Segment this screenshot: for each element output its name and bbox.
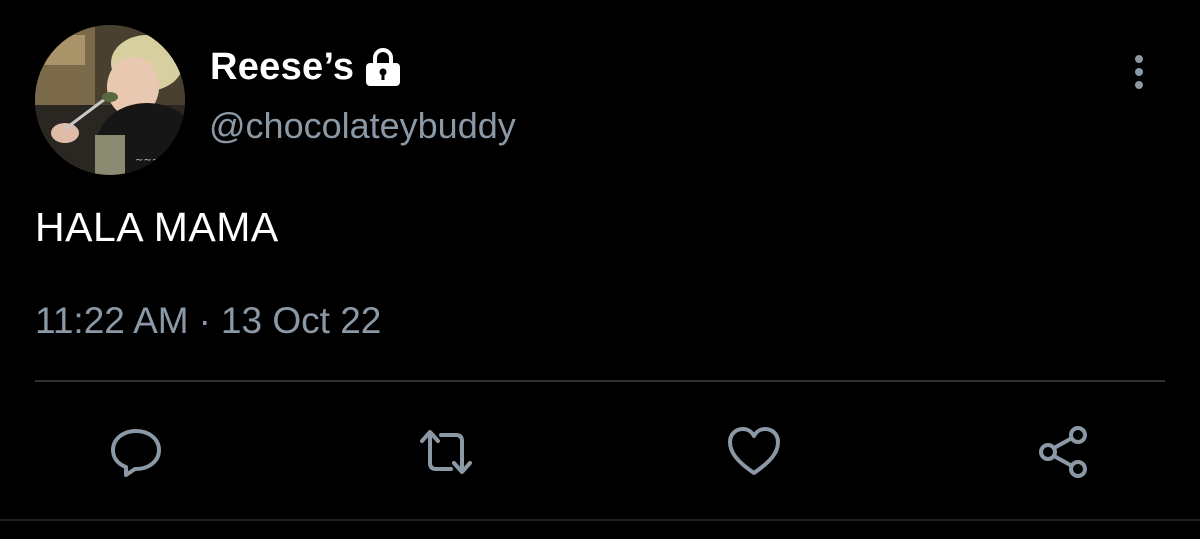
tweet-text: HALA MAMA	[35, 204, 279, 250]
avatar[interactable]: ~~~	[35, 25, 185, 175]
avatar-image: ~~~	[35, 25, 185, 175]
display-name-text: Reese’s	[210, 46, 355, 88]
like-button[interactable]	[722, 420, 786, 484]
heart-icon	[728, 427, 780, 475]
more-vertical-icon[interactable]	[1124, 52, 1154, 96]
reply-icon	[111, 429, 161, 477]
user-handle[interactable]: @chocolateybuddy	[209, 108, 516, 144]
lock-icon	[366, 48, 401, 86]
divider	[35, 380, 1165, 382]
svg-text:~~~: ~~~	[135, 155, 160, 166]
tweet-date: 13 Oct 22	[220, 300, 382, 341]
reply-button[interactable]	[104, 420, 168, 484]
share-button[interactable]	[1032, 420, 1096, 484]
retweet-button[interactable]	[414, 420, 478, 484]
share-icon	[1039, 426, 1087, 478]
tweet-time: 11:22 AM	[35, 300, 189, 341]
tweet-timestamp[interactable]: 11:22 AM · 13 Oct 22	[35, 302, 381, 339]
display-name[interactable]: Reese’s	[210, 42, 402, 92]
bottom-divider	[0, 519, 1200, 521]
retweet-icon	[420, 430, 472, 474]
timestamp-separator: ·	[198, 300, 211, 341]
